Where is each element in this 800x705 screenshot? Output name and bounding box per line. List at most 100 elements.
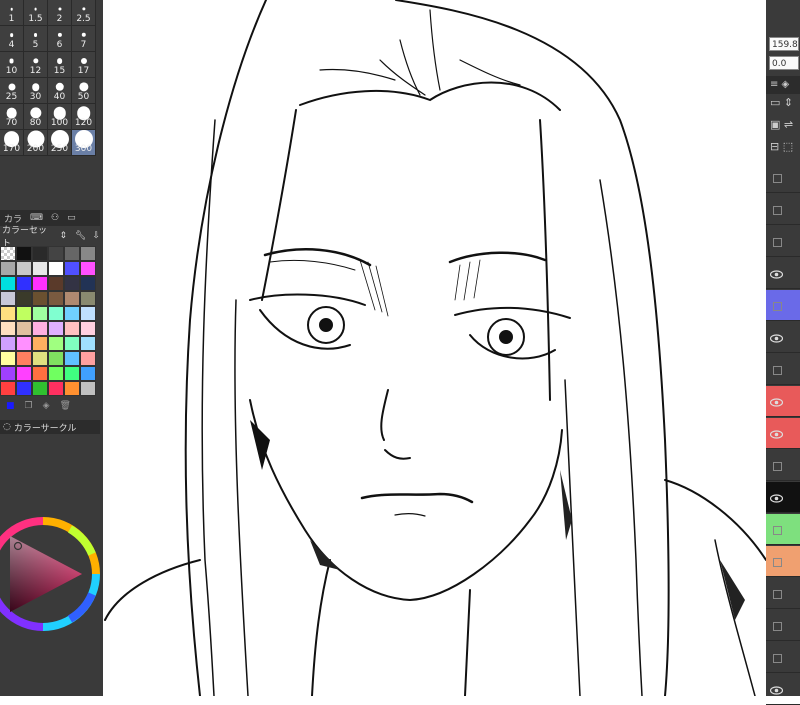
layer-row[interactable] [766,322,800,353]
color-swatch[interactable] [32,366,48,381]
color-swatch[interactable] [16,321,32,336]
color-swatch[interactable] [32,306,48,321]
color-swatch[interactable] [64,261,80,276]
color-swatch[interactable] [0,246,16,261]
eye-icon[interactable] [769,266,784,279]
color-swatch[interactable] [48,381,64,396]
visibility-checkbox[interactable] [773,174,782,183]
color-swatch[interactable] [16,381,32,396]
layer-row[interactable] [766,226,800,257]
color-swatch[interactable] [16,276,32,291]
brush-size-item[interactable]: 5 [24,26,48,52]
brush-size-item[interactable]: 7 [72,26,96,52]
color-swatch[interactable] [64,306,80,321]
brush-size-item[interactable]: 250 [48,130,72,156]
brush-size-item[interactable]: 12 [24,52,48,78]
color-swatch[interactable] [64,246,80,261]
brush-size-item[interactable]: 2.5 [72,0,96,26]
color-swatch[interactable] [80,261,96,276]
color-swatch[interactable] [0,261,16,276]
visibility-checkbox[interactable] [773,590,782,599]
color-swatch[interactable] [0,291,16,306]
keyboard-icon[interactable]: ⌨ [26,213,47,223]
brush-size-item[interactable]: 1 [0,0,24,26]
layer-row[interactable] [766,194,800,225]
color-swatch[interactable] [32,291,48,306]
color-swatch[interactable] [16,336,32,351]
visibility-checkbox[interactable] [773,526,782,535]
layer-row[interactable] [766,290,800,321]
layer-row[interactable] [766,162,800,193]
color-swatch[interactable] [0,336,16,351]
import-icon[interactable]: ⇩ [92,231,100,241]
color-swatch[interactable] [48,336,64,351]
brush-size-item[interactable]: 30 [24,78,48,104]
layer-row[interactable] [766,258,800,289]
brush-size-item[interactable]: 17 [72,52,96,78]
color-swatch[interactable] [48,276,64,291]
visibility-checkbox[interactable] [773,462,782,471]
eye-icon[interactable] [769,426,784,439]
brush-size-item[interactable]: 40 [48,78,72,104]
color-swatch[interactable] [32,276,48,291]
visibility-checkbox[interactable] [773,366,782,375]
color-swatch[interactable] [80,246,96,261]
color-swatch[interactable] [0,276,16,291]
brush-size-item[interactable]: 1.5 [24,0,48,26]
color-swatch[interactable] [48,306,64,321]
eye-icon[interactable] [769,394,784,407]
color-swatch[interactable] [80,366,96,381]
value-field-1[interactable]: 159.8 [769,37,799,51]
color-swatch[interactable] [0,306,16,321]
color-swatch[interactable] [16,366,32,381]
color-swatch[interactable] [16,291,32,306]
color-swatch[interactable] [48,246,64,261]
color-swatch[interactable] [0,366,16,381]
chevron-updown-icon[interactable]: ⇕ [59,231,67,241]
brush-size-item[interactable]: 25 [0,78,24,104]
brush-size-item[interactable]: 6 [48,26,72,52]
color-swatch[interactable] [16,351,32,366]
visibility-checkbox[interactable] [773,622,782,631]
color-swatch[interactable] [48,321,64,336]
color-swatch[interactable] [80,306,96,321]
color-swatch[interactable] [80,351,96,366]
brush-size-item[interactable]: 15 [48,52,72,78]
layer-menu-icon[interactable]: ≡ ◈ [766,76,800,94]
layer-row[interactable] [766,418,800,449]
color-swatch[interactable] [16,306,32,321]
wrench-icon[interactable]: 🔧︎ [75,231,86,241]
eye-icon[interactable] [769,490,784,503]
layer-frame-icon[interactable]: ⊟ ⬚ [770,140,793,153]
brush-size-item[interactable]: 120 [72,104,96,130]
color-swatch[interactable] [64,321,80,336]
color-swatch[interactable] [32,246,48,261]
color-swatch[interactable] [64,381,80,396]
visibility-checkbox[interactable] [773,206,782,215]
visibility-checkbox[interactable] [773,238,782,247]
color-swatch[interactable] [32,321,48,336]
visibility-checkbox[interactable] [773,654,782,663]
layer-row[interactable] [766,386,800,417]
brush-size-item[interactable]: 70 [0,104,24,130]
visibility-checkbox[interactable] [773,558,782,567]
layer-shape-icon[interactable]: ▭ ⇕ [770,96,793,109]
layer-row[interactable] [766,546,800,577]
brush-size-item[interactable]: 80 [24,104,48,130]
layer-row[interactable] [766,354,800,385]
layers-icon[interactable]: ⚇ [47,213,63,223]
layer-row[interactable] [766,482,800,513]
color-swatch[interactable] [16,261,32,276]
color-swatch[interactable] [64,276,80,291]
trash-icon[interactable]: 🗑︎ [60,401,71,411]
color-swatch[interactable] [64,351,80,366]
layer-row[interactable] [766,642,800,673]
brush-size-item[interactable]: 170 [0,130,24,156]
panel-icon[interactable]: ▭ [63,213,80,223]
blue-chip-icon[interactable]: ■ [6,401,15,411]
color-swatch[interactable] [80,291,96,306]
color-swatch[interactable] [48,261,64,276]
copy-icon[interactable]: ❐ [25,401,33,411]
color-swatch[interactable] [80,381,96,396]
brush-size-item[interactable]: 50 [72,78,96,104]
